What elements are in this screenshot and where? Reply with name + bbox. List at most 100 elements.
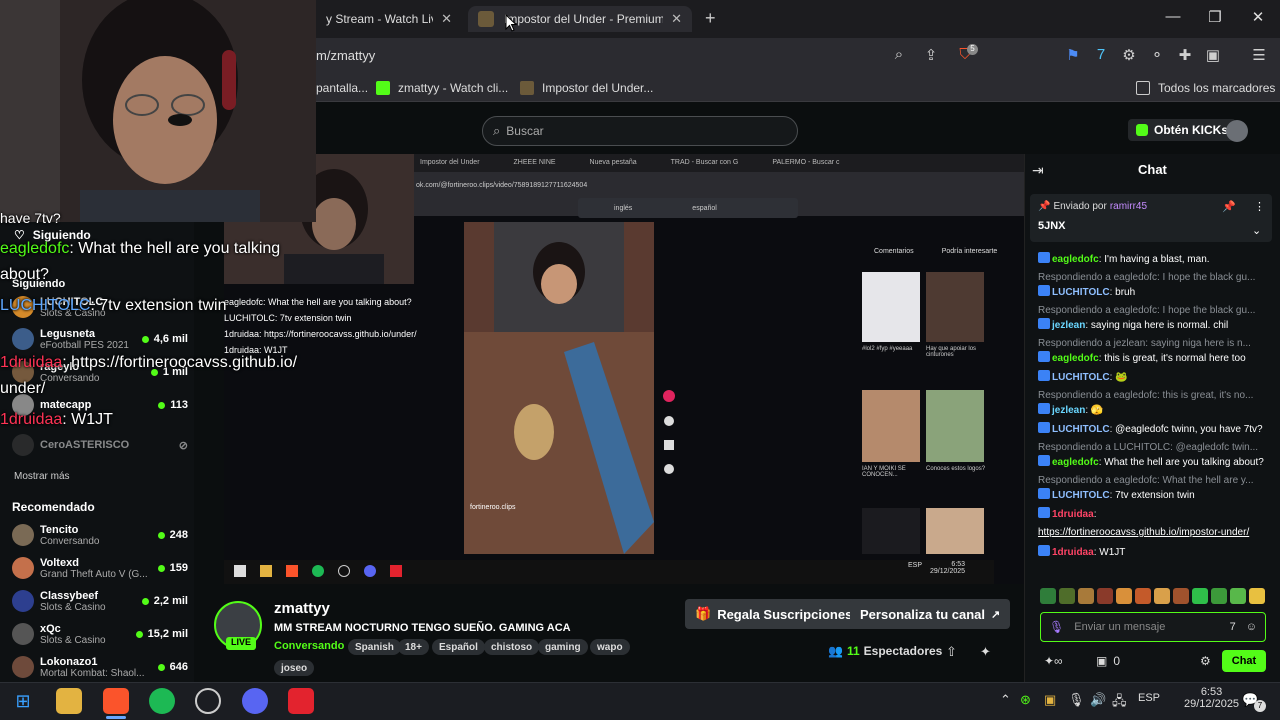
- chat-username[interactable]: jezlean: [1052, 405, 1085, 416]
- chat-message[interactable]: LUCHITOLC: @eagledofc twinn, you have 7t…: [1038, 422, 1268, 436]
- chat-username[interactable]: LUCHITOLC: [1052, 372, 1110, 383]
- chat-input[interactable]: 🎙 Enviar un mensaje 7 ☺: [1040, 612, 1266, 642]
- chat-username[interactable]: LUCHITOLC: [1052, 424, 1110, 435]
- chat-username[interactable]: eagledofc: [1052, 457, 1099, 468]
- new-tab-icon[interactable]: +: [705, 8, 716, 29]
- language-indicator[interactable]: ESP: [1138, 692, 1160, 704]
- sidebar-item-recommended[interactable]: xQc Slots & Casino 15,2 mil: [12, 619, 188, 649]
- more-options-icon[interactable]: ⋮: [1254, 200, 1265, 213]
- sidebar-item-recommended[interactable]: Voltexd Grand Theft Auto V (G... 159: [12, 553, 188, 583]
- show-more-link[interactable]: Mostrar más: [14, 471, 70, 482]
- tray-icon[interactable]: ⊛: [1020, 692, 1031, 708]
- chat-message[interactable]: LUCHITOLC: 🐸: [1038, 370, 1268, 384]
- chat-username[interactable]: eagledofc: [1052, 353, 1099, 364]
- sidebar-item-following[interactable]: Legusneta eFootball PES 2021 4,6 mil: [12, 324, 188, 354]
- gear-icon[interactable]: ⚙: [1200, 654, 1211, 668]
- get-kicks-button[interactable]: Obtén KICKs: [1128, 119, 1237, 141]
- emote-icon[interactable]: [1230, 588, 1246, 604]
- chat-username[interactable]: 1druidaa: [1052, 547, 1094, 558]
- emote-icon[interactable]: [1135, 588, 1151, 604]
- system-clock[interactable]: 6:53 29/12/2025: [1184, 686, 1239, 710]
- chat-message[interactable]: eagledofc: I'm having a blast, man.: [1038, 252, 1268, 266]
- browser-tab[interactable]: y Stream - Watch Live o ✕: [316, 6, 462, 32]
- send-chat-button[interactable]: Chat: [1222, 650, 1266, 672]
- emote-icon[interactable]: [1040, 588, 1056, 604]
- emote-icon[interactable]: [1154, 588, 1170, 604]
- chat-username[interactable]: jezlean: [1052, 320, 1085, 331]
- chat-message[interactable]: LUCHITOLC: 7tv extension twin: [1038, 488, 1268, 502]
- channel-points-icon[interactable]: ✦∞: [1044, 654, 1063, 668]
- translate-icon[interactable]: ⚑: [1062, 46, 1084, 66]
- chat-message[interactable]: eagledofc: this is great, it's normal he…: [1038, 351, 1268, 365]
- tray-icon[interactable]: ▣: [1044, 692, 1056, 708]
- user-avatar[interactable]: [1226, 120, 1248, 142]
- chevron-up-icon[interactable]: ⌃: [1000, 692, 1011, 708]
- streamer-name[interactable]: zmattyy: [274, 600, 330, 617]
- emoji-icon[interactable]: ☺: [1246, 621, 1257, 633]
- spotify-icon[interactable]: [149, 688, 175, 714]
- chat-username[interactable]: LUCHITOLC: [1052, 287, 1110, 298]
- bookmark-item[interactable]: Impostor del Under...: [520, 81, 653, 95]
- follow-icon[interactable]: ✦: [980, 644, 991, 660]
- menu-icon[interactable]: ☰: [1248, 46, 1270, 66]
- puzzle-icon[interactable]: ✚: [1174, 46, 1196, 66]
- chat-username[interactable]: 1druidaa: [1052, 509, 1094, 520]
- windows-start-icon[interactable]: ⊞: [10, 688, 36, 714]
- brave-browser-icon[interactable]: [103, 688, 129, 714]
- zoom-icon[interactable]: ⌕: [888, 46, 910, 66]
- pin-icon[interactable]: 📌: [1222, 200, 1236, 213]
- chat-username[interactable]: LUCHITOLC: [1052, 490, 1110, 501]
- extension-icon[interactable]: ⚙: [1118, 46, 1140, 66]
- customize-channel-button[interactable]: Personaliza tu canal ↗: [850, 599, 1011, 629]
- emote-icon[interactable]: [1211, 588, 1227, 604]
- chat-message[interactable]: https://fortineroocavss.github.io/impost…: [1038, 526, 1268, 539]
- share-icon[interactable]: ⇧: [946, 644, 957, 660]
- close-icon[interactable]: ✕: [441, 11, 452, 27]
- emote-icon[interactable]: [1097, 588, 1113, 604]
- stream-tag[interactable]: 18+: [398, 639, 429, 655]
- stream-tag[interactable]: gaming: [538, 639, 588, 655]
- emote-icon[interactable]: [1059, 588, 1075, 604]
- stream-tag[interactable]: Español: [432, 639, 485, 655]
- emote-icon[interactable]: [1249, 588, 1265, 604]
- chat-message[interactable]: jezlean: 🫣: [1038, 403, 1268, 417]
- sidebar-icon[interactable]: ▣: [1202, 46, 1224, 66]
- search-input[interactable]: ⌕ Buscar: [482, 116, 798, 146]
- emote-icon[interactable]: [1116, 588, 1132, 604]
- chat-message[interactable]: 1druidaa:: [1038, 507, 1268, 521]
- emote-icon[interactable]: [1173, 588, 1189, 604]
- close-window-icon[interactable]: ✕: [1243, 8, 1273, 26]
- chat-link[interactable]: https://fortineroocavss.github.io/impost…: [1038, 527, 1249, 538]
- extension-7tv-icon[interactable]: 7: [1230, 621, 1236, 633]
- file-explorer-icon[interactable]: [56, 688, 82, 714]
- share-icon[interactable]: ⇪: [920, 46, 942, 66]
- stream-tag[interactable]: wapo: [590, 639, 630, 655]
- maximize-icon[interactable]: ❐: [1200, 8, 1230, 26]
- chat-message[interactable]: 1druidaa: W1JT: [1038, 545, 1268, 559]
- collapse-chat-icon[interactable]: ⇥: [1032, 162, 1044, 179]
- app-icon[interactable]: [288, 688, 314, 714]
- stream-tag[interactable]: joseo: [274, 660, 315, 676]
- gift-subscriptions-button[interactable]: 🎁 Regala Suscripciones: [685, 599, 863, 629]
- chat-message[interactable]: eagledofc: What the hell are you talking…: [1038, 455, 1268, 469]
- extension-icon[interactable]: ⚬: [1146, 46, 1168, 66]
- sidebar-item-following-offline[interactable]: CeroASTERISCO ⊘: [12, 430, 188, 460]
- close-icon[interactable]: ✕: [671, 11, 682, 27]
- microphone-icon[interactable]: 🎙: [1068, 692, 1085, 708]
- sidebar-item-recommended[interactable]: Tencito Conversando 248: [12, 520, 188, 550]
- chat-username[interactable]: eagledofc: [1052, 254, 1099, 265]
- chat-message[interactable]: LUCHITOLC: bruh: [1038, 285, 1268, 299]
- obs-icon[interactable]: [195, 688, 221, 714]
- chat-message[interactable]: jezlean: saying niga here is normal. chi…: [1038, 318, 1268, 332]
- sidebar-item-recommended[interactable]: Classybeef Slots & Casino 2,2 mil: [12, 586, 188, 616]
- all-bookmarks[interactable]: Todos los marcadores: [1136, 81, 1275, 95]
- bookmark-item[interactable]: pantalla...: [316, 81, 368, 95]
- stream-category[interactable]: Conversando: [274, 640, 344, 652]
- bookmark-item[interactable]: zmattyy - Watch cli...: [376, 81, 508, 95]
- stream-tag[interactable]: Spanish: [348, 639, 401, 655]
- sidebar-item-recommended[interactable]: Lokonazo1 Mortal Kombat: Shaol... 646: [12, 652, 188, 682]
- volume-icon[interactable]: 🔊: [1090, 692, 1106, 708]
- emote-icon[interactable]: [1192, 588, 1208, 604]
- microphone-icon[interactable]: 🎙: [1049, 620, 1064, 634]
- browser-tab-active[interactable]: Impostor del Under - Premium B ✕: [468, 6, 692, 32]
